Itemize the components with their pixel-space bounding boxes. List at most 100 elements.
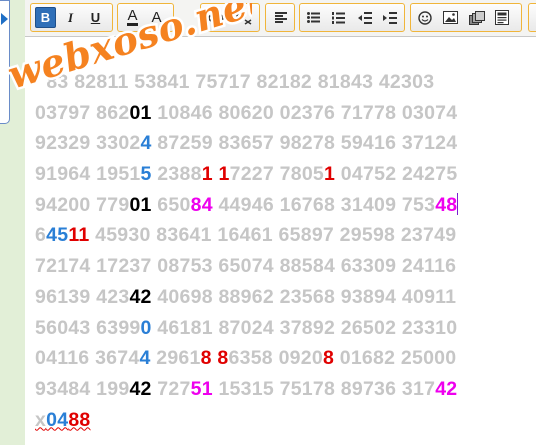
background-color-button[interactable]: A	[146, 7, 167, 28]
image-button[interactable]	[440, 7, 461, 28]
bold-label: B	[40, 10, 51, 25]
media-icon	[468, 10, 485, 25]
result-line: 72174 17237 08753 65074 88584 63309 2411…	[35, 251, 458, 282]
number-text: 2961	[150, 347, 201, 370]
number-text: 727	[151, 377, 191, 400]
bold-button[interactable]: B	[35, 7, 56, 28]
number-text: 01682 25000	[334, 347, 457, 370]
result-line: 03797 86201 10846 80620 02376 71778 0307…	[35, 98, 458, 129]
number-text: 92329 3302	[35, 132, 141, 155]
number-text: 46181 87024 37892 26502 23310	[151, 316, 458, 339]
highlighted-digits: 42	[129, 377, 152, 400]
outdent-icon	[357, 11, 372, 24]
background-color-icon: A	[151, 9, 162, 26]
number-text: 44946 16768 31409 753	[212, 193, 436, 216]
text-color-button[interactable]: A	[122, 7, 143, 28]
indent-icon	[382, 11, 397, 24]
number-text: 96139 423	[35, 285, 130, 308]
align-group	[265, 3, 295, 32]
align-left-icon	[274, 12, 287, 23]
highlighted-digits: 8	[200, 347, 212, 370]
result-line: x0488	[35, 405, 458, 436]
emoticon-button[interactable]	[414, 7, 435, 28]
outdent-button[interactable]	[354, 7, 375, 28]
underline-button[interactable]: U	[85, 7, 106, 28]
insert-group	[410, 3, 522, 32]
number-text: 83 82811 53841 75717 82182 81843 42303	[35, 71, 435, 93]
result-line: 56043 63990 46181 87024 37892 26502 2331…	[35, 313, 458, 344]
document-icon	[494, 10, 509, 25]
highlighted-digits: 1	[218, 163, 230, 186]
numbered-list-icon	[332, 11, 345, 24]
highlighted-digits: 1	[324, 163, 336, 186]
link-group	[200, 3, 260, 32]
expand-arrow-icon	[1, 13, 8, 25]
underline-label: U	[90, 10, 101, 25]
highlighted-digits: 11	[68, 224, 90, 247]
number-text: 15315 75178 89736 317	[212, 377, 436, 400]
numbered-list-button[interactable]	[328, 7, 349, 28]
highlighted-digits: 8	[322, 347, 335, 370]
bullet-list-button[interactable]	[303, 7, 324, 28]
source-button[interactable]	[491, 7, 512, 28]
side-panel-toggle[interactable]	[0, 0, 10, 124]
rich-text-editor: B I U A A 83 82811 53841 75717 82182 818…	[25, 0, 536, 445]
unlink-button[interactable]	[233, 7, 254, 28]
number-text: 40698 88962 23568 93894 40911	[151, 285, 457, 308]
text-caret	[457, 192, 459, 215]
unlink-icon	[235, 11, 251, 25]
number-text: 6	[35, 224, 47, 247]
italic-button[interactable]: I	[60, 7, 81, 28]
highlighted-digits: 01	[129, 193, 152, 216]
number-text: 2388	[151, 163, 202, 186]
number-text: 04116 3674	[35, 347, 140, 370]
text-color-icon: A	[127, 7, 138, 26]
result-line: 83 82811 53841 75717 82182 81843 42303	[35, 67, 458, 98]
highlighted-digits: 42	[129, 285, 152, 308]
highlighted-digits: 4	[140, 132, 152, 155]
link-button[interactable]	[205, 7, 226, 28]
highlighted-digits: 48	[435, 193, 458, 216]
list-group	[299, 3, 405, 32]
highlighted-digits: 8	[217, 347, 229, 370]
highlighted-digits: 01	[129, 101, 152, 124]
number-text: 94200 779	[35, 193, 130, 216]
result-line: 96139 42342 40698 88962 23568 93894 4091…	[35, 282, 458, 313]
italic-label: I	[67, 9, 74, 25]
number-text: 72174 17237 08753 65074 88584 63309 2411…	[35, 255, 457, 278]
result-line: 91964 19515 23881 17227 78051 04752 2427…	[35, 159, 458, 190]
result-line: 92329 33024 87259 83657 98278 59416 3712…	[35, 128, 458, 159]
indent-button[interactable]	[379, 7, 400, 28]
color-group: A A	[117, 3, 174, 32]
editor-content-area[interactable]: 83 82811 53841 75717 82182 81843 42303 03…	[25, 37, 536, 445]
result-line: 93484 19942 72751 15315 75178 89736 3174…	[35, 374, 458, 405]
number-text: x	[35, 408, 47, 431]
link-icon	[207, 13, 224, 22]
highlighted-digits: 1	[201, 163, 213, 186]
number-text: 56043 6399	[35, 316, 141, 339]
number-text: 87259 83657 98278 59416 37124	[151, 132, 458, 155]
highlighted-digits: 45	[46, 224, 69, 247]
highlighted-digits: 51	[190, 377, 213, 400]
highlighted-digits: 5	[140, 163, 152, 186]
editor-toolbar: B I U A A	[25, 0, 536, 37]
result-line: 64511 45930 83641 16461 65897 29598 2374…	[35, 220, 458, 251]
result-line: 04116 36744 29618 86358 09208 01682 2500…	[35, 343, 458, 374]
results-text: 83 82811 53841 75717 82182 81843 42303 03…	[35, 67, 459, 436]
number-text: 45930 83641 16461 65897 29598 23749	[89, 224, 457, 247]
overflow-group	[528, 3, 536, 32]
highlighted-digits: 0	[140, 316, 152, 339]
media-button[interactable]	[466, 7, 487, 28]
number-text: 04752 24275	[335, 163, 458, 186]
number-text: 03797 862	[35, 101, 130, 124]
smiley-icon	[417, 10, 432, 25]
number-text: 91964 1951	[35, 163, 141, 186]
highlighted-digits: 84	[190, 193, 213, 216]
number-text: 10846 80620 02376 71778 03074	[151, 101, 458, 124]
align-left-button[interactable]	[270, 7, 291, 28]
highlighted-digits: 04	[46, 408, 69, 431]
highlighted-digits: 88	[68, 408, 91, 431]
highlighted-digits: 42	[435, 377, 458, 400]
number-text: 6358 0920	[228, 347, 323, 370]
text-style-group: B I U	[30, 3, 113, 32]
